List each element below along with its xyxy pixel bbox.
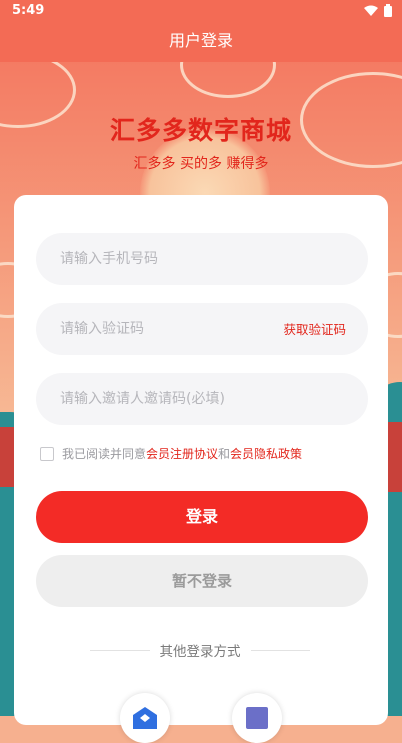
wifi-icon: [364, 5, 378, 16]
other-login-divider: 其他登录方式: [90, 640, 310, 660]
page-title: 用户登录: [0, 22, 402, 62]
status-time: 5:49: [12, 3, 45, 18]
gate-decoration: [386, 422, 402, 492]
code-input[interactable]: [58, 320, 262, 338]
invite-field[interactable]: [36, 373, 368, 425]
get-code-button[interactable]: 获取验证码: [283, 319, 346, 338]
brand-subtitle: 汇多多 买的多 赚得多: [133, 156, 269, 172]
divider-line: [90, 649, 150, 651]
skip-login-button[interactable]: 暂不登录: [36, 555, 368, 607]
other-login-label: 其他登录方式: [159, 644, 241, 660]
brand-title: 汇多多数字商城: [109, 116, 292, 145]
login-card: 获取验证码 我已阅读并同意 会员注册协议 和 会员隐私政策 登录 暂不登录 其他…: [14, 195, 388, 743]
status-icons: [364, 4, 392, 17]
login-button[interactable]: 登录: [36, 491, 368, 543]
square-login-icon: [246, 707, 268, 729]
phone-input[interactable]: [58, 250, 346, 268]
code-field[interactable]: 获取验证码: [36, 303, 368, 355]
battery-icon: [384, 4, 392, 17]
agreement-checkbox[interactable]: [40, 446, 54, 461]
status-bar: 5:49: [0, 0, 402, 22]
invite-input[interactable]: [58, 390, 346, 408]
shield-login-icon: [133, 707, 157, 729]
shield-login-button[interactable]: [120, 693, 170, 743]
phone-field[interactable]: [36, 233, 368, 285]
divider-line: [250, 649, 310, 651]
agreement-row: 我已阅读并同意 会员注册协议 和 会员隐私政策: [40, 445, 302, 462]
agreement-prefix: 我已阅读并同意: [62, 447, 147, 461]
agreement-and: 和: [218, 447, 231, 461]
terms-link[interactable]: 会员注册协议: [146, 445, 218, 462]
cloud-decoration: [180, 62, 276, 98]
privacy-link[interactable]: 会员隐私政策: [230, 445, 302, 462]
square-login-button[interactable]: [232, 693, 282, 743]
